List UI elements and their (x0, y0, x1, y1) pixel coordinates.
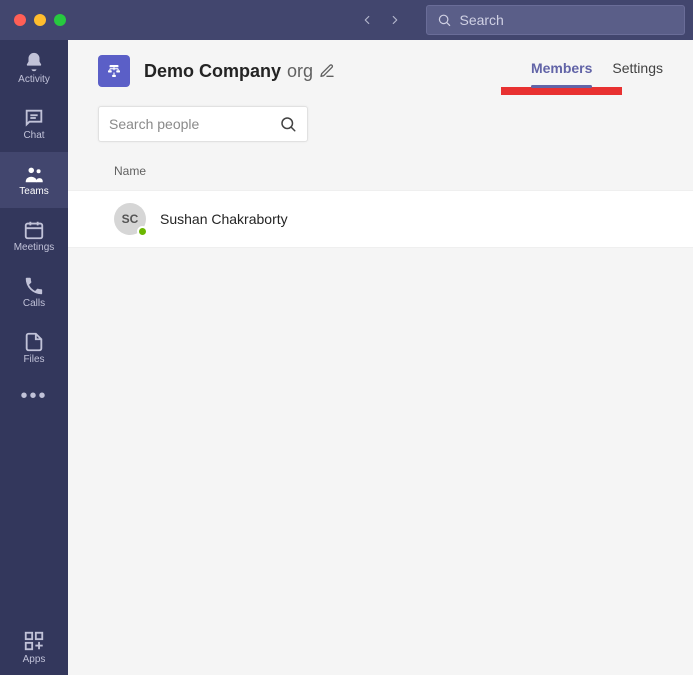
org-title: Demo Company org (144, 61, 335, 82)
org-header: Demo Company org Members Settings (68, 40, 693, 88)
edit-org-button[interactable] (319, 63, 335, 79)
search-people-input[interactable] (109, 116, 271, 132)
bell-icon (23, 51, 45, 73)
close-window-icon[interactable] (14, 14, 26, 26)
phone-icon (23, 275, 45, 297)
rail-apps[interactable]: Apps (0, 619, 68, 675)
window-controls (8, 14, 66, 26)
rail-more[interactable]: ••• (0, 376, 68, 416)
rail-files[interactable]: Files (0, 320, 68, 376)
maximize-window-icon[interactable] (54, 14, 66, 26)
title-bar (0, 0, 693, 40)
rail-files-label: Files (23, 354, 44, 365)
file-icon (23, 331, 45, 353)
rail-activity-label: Activity (18, 74, 50, 85)
member-row[interactable]: SC Sushan Chakraborty (68, 190, 693, 248)
chat-icon (23, 107, 45, 129)
org-tabs: Members Settings (531, 54, 663, 88)
ellipsis-icon: ••• (20, 385, 47, 408)
org-icon (98, 55, 130, 87)
search-people[interactable] (98, 106, 308, 142)
rail-chat[interactable]: Chat (0, 96, 68, 152)
teams-icon (23, 163, 45, 185)
history-nav (356, 9, 406, 31)
calendar-icon (23, 219, 45, 241)
column-name: Name (114, 164, 146, 178)
members-list-header: Name (68, 148, 693, 190)
search-icon (437, 12, 451, 28)
back-button[interactable] (356, 9, 378, 31)
rail-calls-label: Calls (23, 298, 45, 309)
tab-members[interactable]: Members (531, 54, 592, 88)
global-search-input[interactable] (459, 12, 674, 28)
rail-calls[interactable]: Calls (0, 264, 68, 320)
presence-available-icon (137, 226, 148, 237)
minimize-window-icon[interactable] (34, 14, 46, 26)
rail-activity[interactable]: Activity (0, 40, 68, 96)
forward-button[interactable] (384, 9, 406, 31)
rail-teams[interactable]: Teams (0, 152, 68, 208)
content-area: Demo Company org Members Settings (68, 40, 693, 675)
rail-apps-label: Apps (23, 654, 46, 665)
org-suffix: org (287, 61, 313, 82)
avatar: SC (114, 203, 146, 235)
rail-teams-label: Teams (19, 186, 48, 197)
global-search[interactable] (426, 5, 685, 35)
rail-chat-label: Chat (23, 130, 44, 141)
tab-settings-label: Settings (612, 60, 663, 76)
pencil-icon (319, 63, 335, 79)
rail-meetings-label: Meetings (14, 242, 55, 253)
tab-members-label: Members (531, 60, 592, 76)
rail-meetings[interactable]: Meetings (0, 208, 68, 264)
left-rail: Activity Chat Teams Meetings Calls Files… (0, 40, 68, 675)
tab-settings[interactable]: Settings (612, 54, 663, 88)
highlight-marker (501, 87, 622, 95)
apps-icon (23, 630, 45, 652)
search-icon[interactable] (279, 115, 297, 133)
member-name: Sushan Chakraborty (160, 211, 288, 227)
org-name: Demo Company (144, 61, 281, 82)
